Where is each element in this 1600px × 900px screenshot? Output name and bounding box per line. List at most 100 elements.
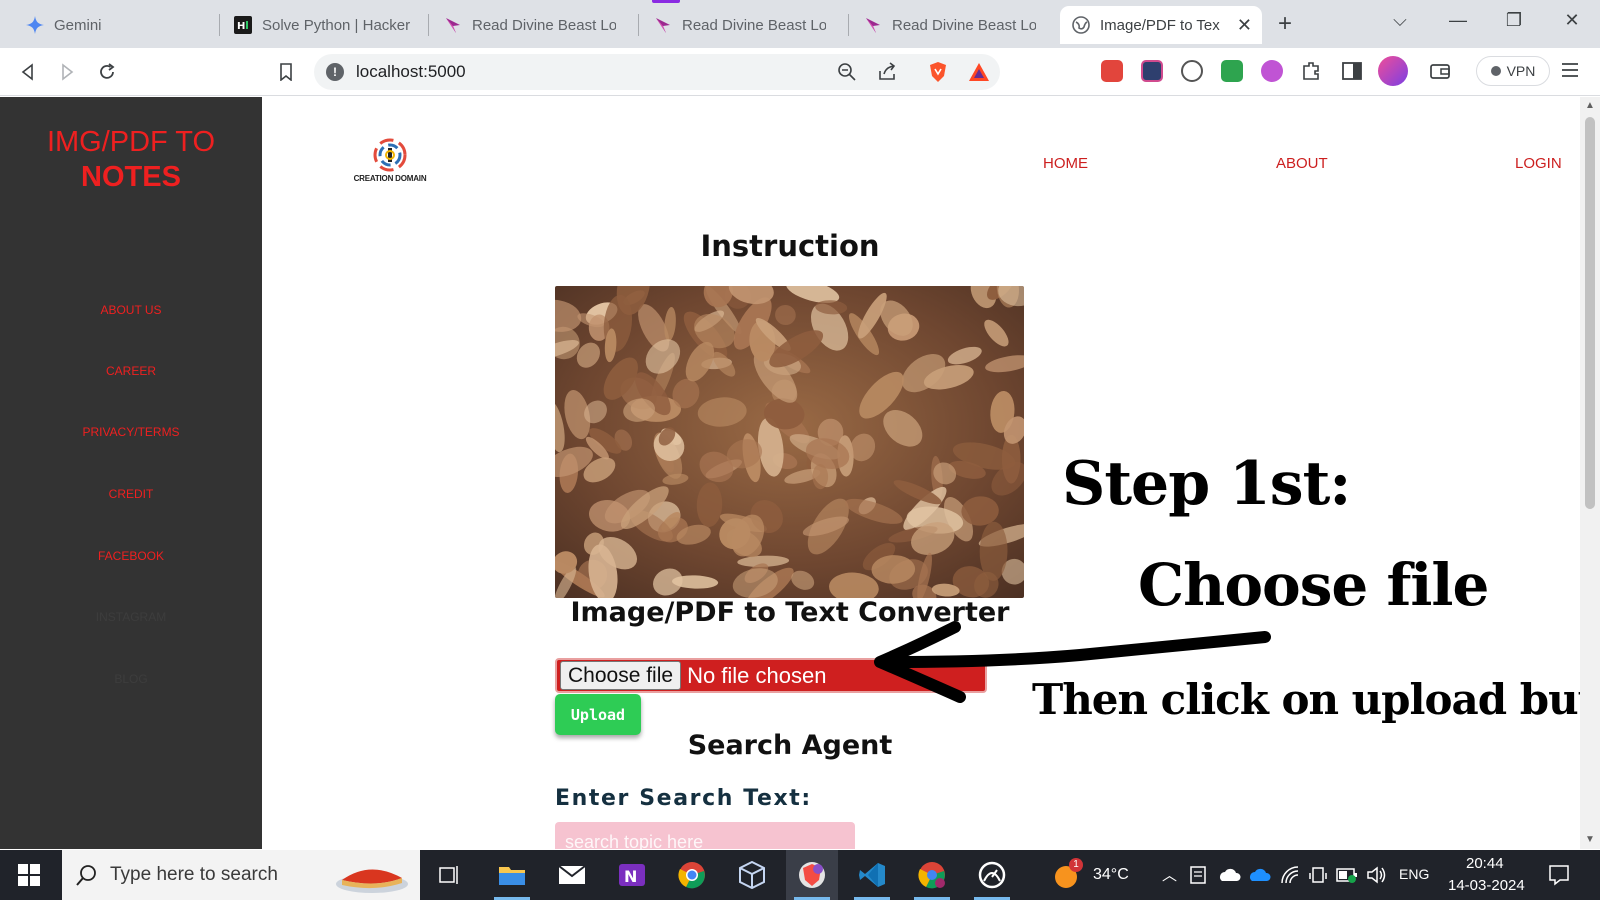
tab-separator <box>428 14 429 36</box>
tab-gemini[interactable]: Gemini <box>14 6 210 44</box>
sidebar-link-blog[interactable]: BLOG <box>0 672 262 686</box>
tab-separator <box>219 14 220 36</box>
sidebar-link-career[interactable]: CAREER <box>0 364 262 378</box>
back-icon[interactable] <box>14 58 42 86</box>
brave-rewards-icon[interactable] <box>968 62 990 87</box>
sidebar-toggle-icon[interactable] <box>1341 60 1363 82</box>
windows-start-icon[interactable] <box>0 850 58 900</box>
site-info-icon[interactable]: ! <box>326 63 344 81</box>
svg-text:H: H <box>237 21 245 32</box>
sidebar-link-instagram[interactable]: INSTAGRAM <box>0 610 262 624</box>
clock-time[interactable]: 20:44 <box>1466 855 1504 872</box>
share-icon[interactable] <box>877 62 897 87</box>
close-tab-icon[interactable]: ✕ <box>1237 15 1252 36</box>
tab-separator <box>848 14 849 36</box>
menu-icon[interactable] <box>1560 60 1582 82</box>
brave-browser-icon[interactable] <box>786 850 838 900</box>
tab-loading-indicator <box>652 0 680 3</box>
notification-center-icon[interactable] <box>1548 864 1570 891</box>
system-tray-app-icon[interactable] <box>1188 865 1208 890</box>
volume-icon[interactable] <box>1366 865 1388 890</box>
weather-icon[interactable]: 1 <box>1053 858 1083 895</box>
vscode-icon[interactable] <box>846 850 898 900</box>
browser-tab-strip: Gemini H Solve Python | HackerR Read Div… <box>0 0 1600 48</box>
address-bar[interactable]: ! localhost:5000 <box>314 54 1000 90</box>
extension-brain-icon[interactable] <box>1261 60 1283 82</box>
extension-printer-icon[interactable] <box>1221 60 1243 82</box>
restore-window-icon[interactable]: ❐ <box>1494 8 1534 32</box>
scroll-up-icon[interactable]: ▲ <box>1585 101 1595 111</box>
input-language[interactable]: ENG <box>1399 866 1429 882</box>
speedometer-app-icon[interactable] <box>966 850 1018 900</box>
show-hidden-icons-chevron-icon[interactable]: ︿ <box>1162 864 1177 885</box>
sidebar-link-facebook[interactable]: FACEBOOK <box>0 549 262 563</box>
book-site-icon <box>444 16 462 34</box>
nav-about[interactable]: ABOUT <box>1276 155 1328 172</box>
search-label: Enter Search Text: <box>555 786 812 811</box>
search-icon <box>76 864 98 891</box>
tab-image-pdf-to-text[interactable]: Image/PDF to Tex ✕ <box>1060 6 1262 44</box>
globe-icon <box>1072 16 1090 34</box>
scrollbar-thumb[interactable] <box>1585 117 1595 509</box>
nav-login[interactable]: LOGIN <box>1515 155 1562 172</box>
search-highlight-pie-icon <box>330 854 410 900</box>
page-scrollbar[interactable]: ▲ ▼ <box>1580 97 1600 849</box>
bookmark-icon[interactable] <box>272 58 300 86</box>
profile-avatar[interactable] <box>1378 56 1408 86</box>
brave-shields-icon[interactable] <box>928 61 948 88</box>
tab-separator <box>638 14 639 36</box>
vpn-button[interactable]: VPN <box>1476 56 1550 86</box>
tab-divine-beast-1[interactable]: Read Divine Beast Lord <box>432 6 628 44</box>
extensions-puzzle-icon[interactable] <box>1301 60 1323 82</box>
file-explorer-icon[interactable] <box>486 850 538 900</box>
nav-home[interactable]: HOME <box>1043 155 1088 172</box>
tab-divine-beast-2[interactable]: Read Divine Beast Lord <box>642 6 838 44</box>
device-sync-icon[interactable] <box>1308 865 1328 890</box>
clock-date[interactable]: 14-03-2024 <box>1448 877 1525 894</box>
annotation-choose-file-text: Choose file <box>1138 551 1489 619</box>
tab-search-chevron-icon[interactable]: ⌵ <box>1380 8 1420 32</box>
close-window-icon[interactable]: ✕ <box>1552 8 1592 32</box>
sidebar-link-about-us[interactable]: ABOUT US <box>0 303 262 317</box>
svg-text:N: N <box>624 867 637 886</box>
forward-icon[interactable] <box>53 58 81 86</box>
new-tab-icon[interactable]: + <box>1278 10 1292 38</box>
onedrive-business-icon[interactable] <box>1247 867 1271 888</box>
extension-cloud-icon[interactable] <box>1181 60 1203 82</box>
chrome-icon[interactable] <box>666 850 718 900</box>
book-site-icon <box>864 16 882 34</box>
creation-domain-logo[interactable]: CREATION DOMAIN <box>342 115 438 205</box>
choose-file-button[interactable]: Choose file <box>560 661 682 690</box>
extension-red-icon[interactable] <box>1101 60 1123 82</box>
tab-divine-beast-3[interactable]: Read Divine Beast Lord <box>852 6 1048 44</box>
taskbar-search-box[interactable]: Type here to search <box>62 850 420 900</box>
sidebar-link-credit[interactable]: CREDIT <box>0 487 262 501</box>
hackerrank-icon: H <box>234 16 252 34</box>
upload-button[interactable]: Upload <box>555 694 641 735</box>
scroll-down-icon[interactable]: ▼ <box>1585 835 1595 845</box>
task-view-icon[interactable] <box>424 850 476 900</box>
tab-hackerrank[interactable]: H Solve Python | HackerR <box>222 6 422 44</box>
search-input[interactable] <box>555 822 855 849</box>
onedrive-icon[interactable] <box>1217 867 1241 888</box>
chrome-profile-icon[interactable] <box>906 850 958 900</box>
weather-temperature[interactable]: 34°C <box>1093 866 1129 884</box>
page-viewport: IMG/PDF TO NOTES ABOUT US CAREER PRIVACY… <box>0 97 1600 849</box>
battery-icon[interactable] <box>1336 866 1358 889</box>
screen: Gemini H Solve Python | HackerR Read Div… <box>0 0 1600 900</box>
wifi-icon[interactable] <box>1280 865 1300 890</box>
vpn-status-icon <box>1490 66 1501 76</box>
sidebar-link-privacy-terms[interactable]: PRIVACY/TERMS <box>0 425 262 439</box>
book-site-icon <box>654 16 672 34</box>
onenote-icon[interactable]: N <box>606 850 658 900</box>
annotation-step-text: Step 1st: <box>1062 449 1351 519</box>
reload-icon[interactable] <box>93 58 121 86</box>
wallet-icon[interactable] <box>1429 60 1451 82</box>
extension-pdf-icon[interactable] <box>1141 60 1163 82</box>
site-brand[interactable]: IMG/PDF TO NOTES <box>0 125 262 195</box>
instruction-image <box>555 286 1024 598</box>
minimize-icon[interactable]: — <box>1438 8 1478 32</box>
mail-icon[interactable] <box>546 850 598 900</box>
zoom-out-icon[interactable] <box>837 62 857 87</box>
virtualbox-icon[interactable] <box>726 850 778 900</box>
